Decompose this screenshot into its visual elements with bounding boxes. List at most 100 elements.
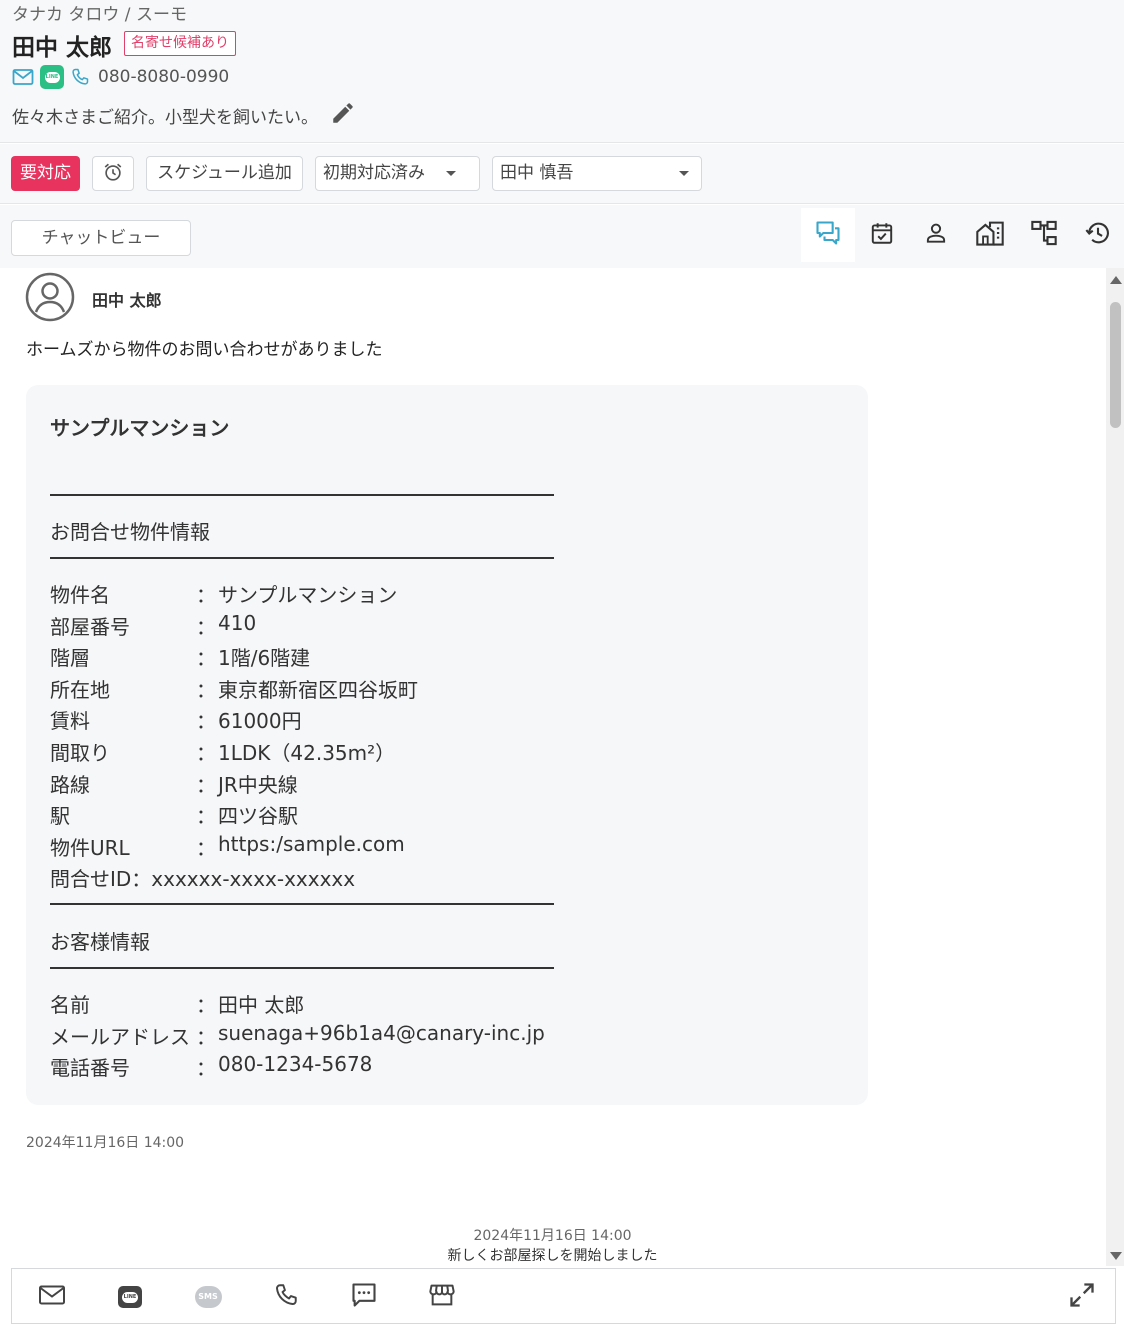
row-label: 駅 <box>50 804 70 829</box>
row-value: 080-1234-5678 <box>218 1052 373 1077</box>
row-value: 田中 太郎 <box>218 993 305 1017</box>
row-label: 物件名 <box>50 583 110 607</box>
row-label: 間取り <box>50 741 110 765</box>
divider <box>50 557 554 559</box>
row-separator: ： <box>196 583 216 607</box>
customer-header: タナカ タロウ / スーモ 田中 太郎 名寄せ候補あり LINE 080-808… <box>0 0 1124 143</box>
hierarchy-icon <box>1030 219 1058 251</box>
contact-row: LINE 080-8080-0990 <box>12 64 229 90</box>
row-value: 東京都新宿区四谷坂町 <box>218 677 418 702</box>
send-line-button[interactable]: LINE <box>114 1281 146 1313</box>
row-label: 部屋番号 <box>50 614 130 639</box>
merge-candidate-badge[interactable]: 名寄せ候補あり <box>124 31 236 56</box>
expand-icon <box>1068 1281 1096 1313</box>
status-select[interactable]: 初期対応済み <box>315 156 480 191</box>
scroll-up-arrow[interactable] <box>1110 276 1122 284</box>
chat-timeline[interactable]: 田中 太郎 ホームズから物件のお問い合わせがありました サンプルマンション お問… <box>0 268 1105 1266</box>
row-label: 所在地 <box>50 677 110 702</box>
row-value: サンプルマンション <box>218 583 398 607</box>
divider <box>50 494 554 496</box>
line-icon: LINE <box>118 1286 142 1308</box>
scroll-thumb[interactable] <box>1110 302 1121 428</box>
expand-button[interactable] <box>1066 1281 1098 1313</box>
urgent-button[interactable]: 要対応 <box>11 156 80 191</box>
staff-select[interactable]: 田中 慎吾 <box>492 156 702 191</box>
composer-toolbar: LINE SMS <box>11 1268 1116 1324</box>
sms-icon: SMS <box>194 1286 222 1308</box>
row-separator: ： <box>196 709 216 734</box>
message-sender: 田中 太郎 <box>92 291 162 310</box>
card-title: サンプルマンション <box>50 416 230 440</box>
row-separator: ： <box>196 1056 216 1081</box>
call-button[interactable] <box>270 1281 302 1313</box>
row-separator: ： <box>196 614 216 639</box>
divider <box>50 903 554 905</box>
row-label: メールアドレス <box>50 1024 190 1049</box>
system-message-timestamp: 2024年11月16日 14:00 <box>473 1228 632 1244</box>
mail-icon[interactable] <box>12 68 34 86</box>
row-separator: ： <box>196 741 216 765</box>
row-separator: ： <box>196 677 216 702</box>
customer-phone[interactable]: 080-8080-0990 <box>98 67 229 87</box>
memo-text: 佐々木さまご紹介。小型犬を飼いたい。 <box>12 108 318 128</box>
store-icon <box>428 1281 456 1313</box>
tab-profile[interactable] <box>909 208 963 262</box>
row-value: 410 <box>218 610 257 635</box>
tab-property[interactable] <box>963 208 1017 262</box>
line-icon[interactable]: LINE <box>40 65 64 89</box>
inquiry-id: 問合せID：xxxxxx-xxxx-xxxxxx <box>50 867 356 891</box>
building-icon <box>975 219 1005 251</box>
row-value: https:/sample.com <box>218 831 405 856</box>
row-separator: ： <box>196 646 216 671</box>
alarm-button[interactable] <box>92 156 134 191</box>
tab-history[interactable] <box>1071 208 1124 262</box>
message-timestamp: 2024年11月16日 14:00 <box>26 1135 185 1151</box>
action-toolbar: 要対応 スケジュール追加 初期対応済み 田中 慎吾 <box>0 144 1124 204</box>
scrollbar[interactable] <box>1106 268 1124 1266</box>
system-message-text: 新しくお部屋探しを開始しました <box>447 1248 658 1264</box>
history-icon <box>1084 219 1112 251</box>
add-schedule-button[interactable]: スケジュール追加 <box>146 156 303 191</box>
chevron-down-icon <box>446 171 456 176</box>
row-separator: ： <box>196 993 216 1017</box>
message-text: ホームズから物件のお問い合わせがありました <box>26 340 383 360</box>
pencil-icon[interactable] <box>330 100 356 131</box>
send-sms-button[interactable]: SMS <box>192 1281 224 1313</box>
row-value: 61000円 <box>218 709 302 734</box>
tab-chat[interactable] <box>801 208 855 262</box>
customer-kana-source: タナカ タロウ / スーモ <box>12 5 187 25</box>
send-mail-button[interactable] <box>36 1281 68 1313</box>
alarm-icon <box>102 161 124 187</box>
row-label: 路線 <box>50 772 90 797</box>
view-tabbar: チャットビュー <box>0 205 1124 268</box>
row-value: suenaga+96b1a4@canary-inc.jp <box>218 1020 545 1045</box>
row-label: 物件URL <box>50 835 130 860</box>
customer-name: 田中 太郎 <box>12 35 113 61</box>
tab-schedule[interactable] <box>855 208 909 262</box>
tab-relations[interactable] <box>1017 208 1071 262</box>
phone-icon <box>273 1282 299 1312</box>
row-value: 1階/6階建 <box>218 646 311 671</box>
customer-memo: 佐々木さまご紹介。小型犬を飼いたい。 <box>12 100 356 131</box>
row-separator: ： <box>196 772 216 797</box>
section-heading: お客様情報 <box>50 930 150 954</box>
add-note-button[interactable] <box>348 1281 380 1313</box>
visit-button[interactable] <box>426 1281 458 1313</box>
row-separator: ： <box>196 804 216 829</box>
staff-select-value: 田中 慎吾 <box>500 163 574 183</box>
status-select-value: 初期対応済み <box>323 163 425 183</box>
row-label: 賃料 <box>50 709 90 734</box>
row-value: JR中央線 <box>218 772 298 797</box>
phone-icon[interactable] <box>70 67 90 87</box>
row-label: 階層 <box>50 646 90 671</box>
chat-dots-icon <box>350 1281 378 1313</box>
scroll-down-arrow[interactable] <box>1110 1252 1122 1260</box>
calendar-check-icon <box>869 220 895 250</box>
chat-view-button[interactable]: チャットビュー <box>11 220 191 256</box>
row-separator: ： <box>196 1024 216 1049</box>
row-value: 1LDK（42.35m²） <box>218 741 396 765</box>
row-separator: ： <box>196 835 216 860</box>
chat-icon <box>814 219 842 251</box>
row-value: 四ツ谷駅 <box>218 804 298 829</box>
person-icon <box>923 220 949 250</box>
